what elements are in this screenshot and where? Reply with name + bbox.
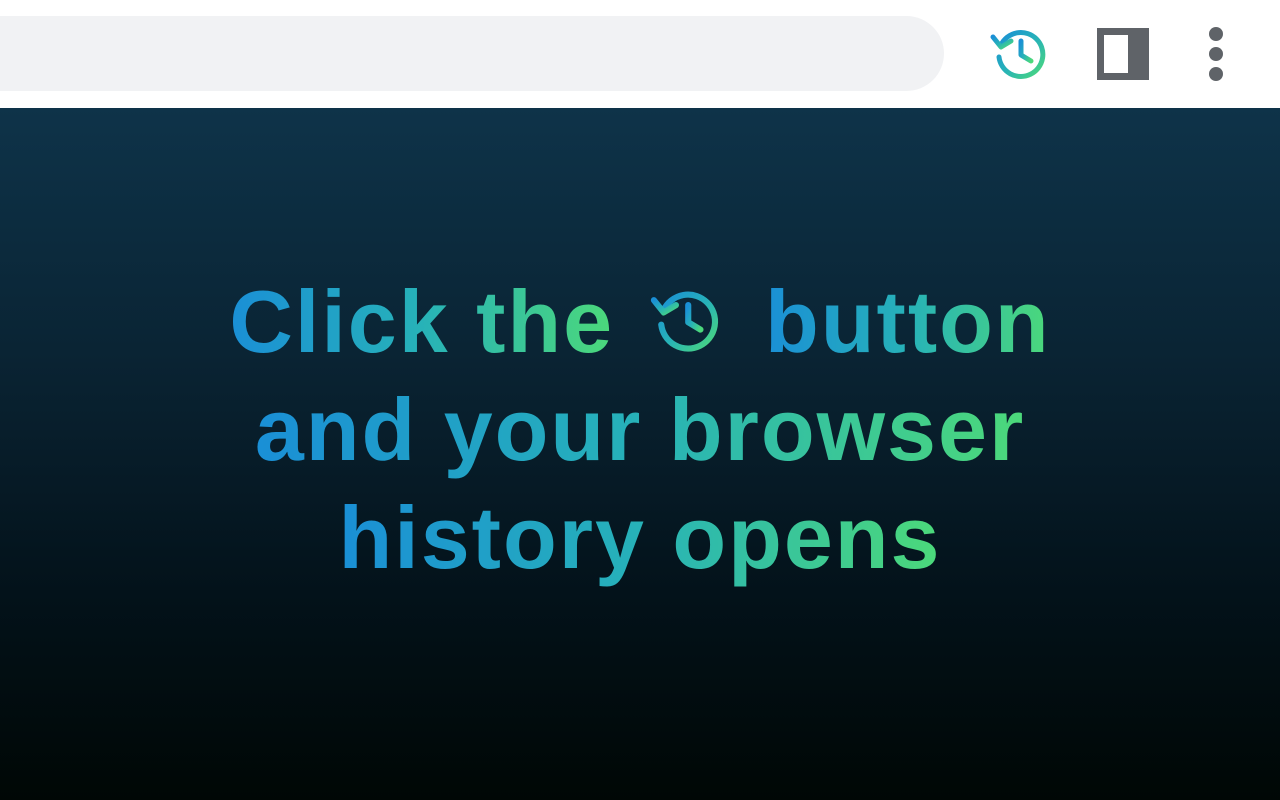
headline-text-button: button — [765, 268, 1051, 376]
history-icon — [650, 291, 718, 352]
side-panel-button[interactable] — [1091, 22, 1155, 86]
address-bar[interactable] — [0, 16, 944, 91]
headline-text-line-2: and your browser — [255, 376, 1025, 484]
history-icon — [990, 30, 1046, 79]
headline-line-3: history opens — [0, 484, 1280, 592]
more-vert-icon — [1209, 27, 1223, 81]
history-button[interactable] — [988, 22, 1052, 86]
side-panel-icon — [1097, 28, 1149, 80]
headline-line-1: Click the button — [0, 268, 1280, 376]
headline-line-2: and your browser — [0, 376, 1280, 484]
promo-banner: Click the button and your browser histor… — [0, 108, 1280, 800]
headline-text-line-3: history opens — [339, 484, 942, 592]
more-menu-button[interactable] — [1184, 22, 1248, 86]
browser-toolbar — [0, 0, 1280, 108]
headline-text-click-the: Click the — [229, 268, 614, 376]
promo-headline: Click the button and your browser histor… — [0, 268, 1280, 592]
